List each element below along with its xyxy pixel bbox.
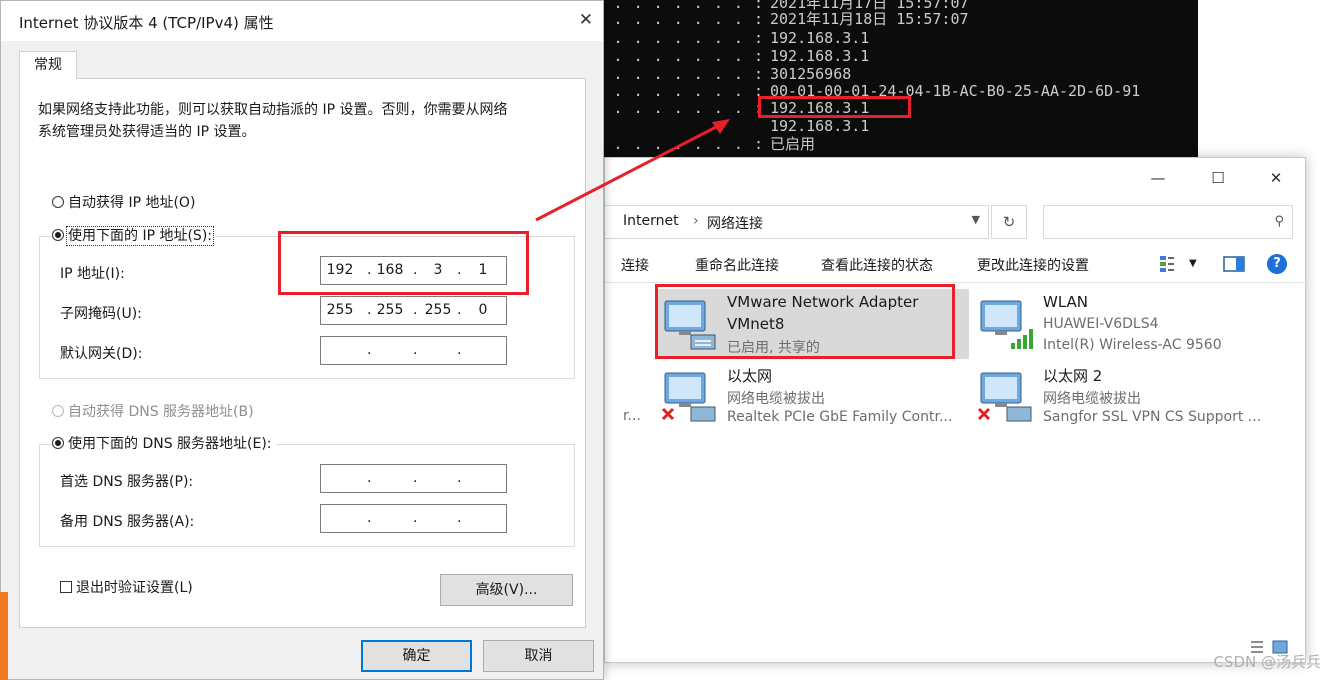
watermark: CSDN @汤兵兵 bbox=[1213, 653, 1321, 671]
ip-address-highlight bbox=[278, 231, 529, 295]
annotation-arrow bbox=[535, 119, 730, 222]
tab-general[interactable]: 常规 bbox=[19, 51, 77, 79]
background-window-edge bbox=[0, 592, 8, 680]
